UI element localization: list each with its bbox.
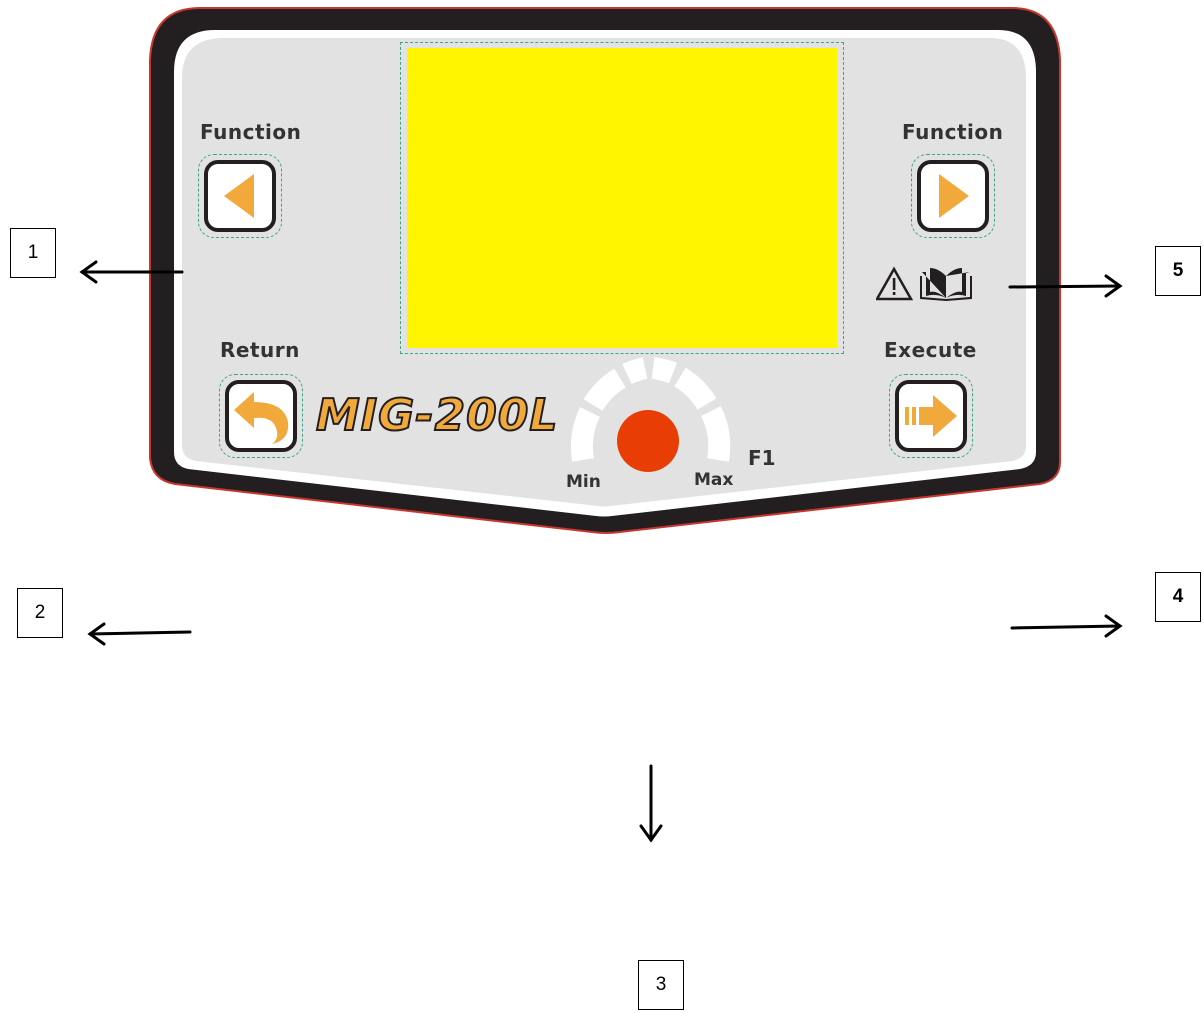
lcd-display	[407, 48, 837, 348]
function-right-label: Function	[902, 120, 1004, 144]
knob-min-label: Min	[566, 472, 601, 492]
callout-4: 4	[1155, 572, 1201, 622]
knob-max-label: Max	[694, 470, 734, 490]
model-name: MIG-200L	[315, 389, 559, 442]
callout-1: 1	[10, 228, 56, 278]
return-button[interactable]	[219, 374, 303, 458]
triangle-left-icon	[224, 174, 254, 218]
return-label: Return	[220, 338, 300, 362]
callout-2: 2	[17, 588, 63, 638]
execute-label: Execute	[884, 338, 977, 362]
execute-button[interactable]	[889, 374, 973, 458]
callout-5: 5	[1155, 246, 1201, 296]
function-right-button[interactable]	[911, 154, 995, 238]
function-left-button[interactable]	[198, 154, 282, 238]
warning-triangle-icon	[876, 266, 914, 301]
callout-3: 3	[638, 960, 684, 1010]
function-left-label: Function	[200, 120, 302, 144]
arrow-3	[639, 764, 663, 843]
return-arrow-icon	[234, 392, 289, 444]
warning-icons	[876, 266, 972, 301]
triangle-right-icon	[939, 174, 969, 218]
manual-book-icon	[920, 268, 972, 301]
arrow-4	[1010, 614, 1123, 638]
f1-label: F1	[748, 446, 776, 470]
execute-arrow-icon	[905, 395, 957, 437]
arrow-2	[87, 622, 192, 646]
adjust-knob[interactable]	[617, 410, 679, 472]
